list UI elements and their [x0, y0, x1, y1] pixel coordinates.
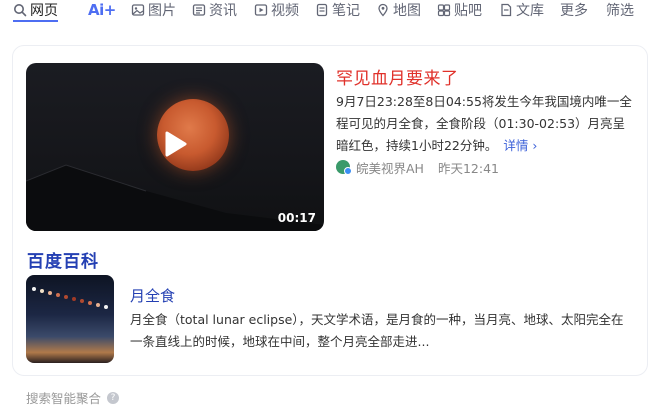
eclipse-phase-dot — [64, 295, 68, 299]
eclipse-phase-dot — [104, 305, 108, 309]
news-title[interactable]: 罕见血月要来了 — [336, 64, 459, 89]
aggregation-label: 搜索智能聚合 — [26, 391, 102, 406]
video-duration: 00:17 — [277, 211, 316, 225]
image-icon — [131, 4, 145, 16]
baike-term[interactable]: 月全食 — [130, 285, 175, 306]
video-thumbnail[interactable]: 00:17 — [26, 63, 324, 231]
tab-label: 筛选 — [606, 3, 634, 19]
tab-filter[interactable]: 筛选 — [606, 0, 634, 20]
tab-label: 更多 — [560, 3, 588, 19]
tab-tieba[interactable]: 贴吧 — [437, 0, 482, 20]
details-link[interactable]: 详情 › — [503, 138, 537, 153]
tieba-icon — [437, 4, 451, 17]
baike-thumbnail[interactable] — [26, 275, 114, 363]
help-icon[interactable]: ? — [107, 391, 120, 404]
tab-webpage[interactable]: 网页 — [13, 0, 58, 22]
baike-heading[interactable]: 百度百科 — [27, 247, 99, 272]
news-description: 9月7日23:28至8日04:55将发生今年我国境内唯一全程可见的月全食，全食阶… — [336, 91, 636, 157]
play-icon[interactable] — [159, 129, 189, 159]
tab-label: 笔记 — [332, 3, 360, 19]
eclipse-phase-dot — [88, 301, 92, 305]
eclipse-phase-dot — [56, 293, 60, 297]
tab-label: 地图 — [393, 3, 421, 19]
tab-wenku[interactable]: 文库 — [499, 0, 544, 20]
source-name[interactable]: 皖美视界AH — [356, 158, 424, 177]
search-tab-bar: 网页 Ai+ 图片 资讯 视频 笔记 地图 贴吧 文库 更多 筛选 — [0, 0, 651, 22]
tab-label: 视频 — [271, 3, 299, 19]
tab-label: 文库 — [516, 3, 544, 19]
news-description-text: 9月7日23:28至8日04:55将发生今年我国境内唯一全程可见的月全食，全食阶… — [336, 94, 632, 153]
eclipse-phase-dot — [32, 287, 36, 291]
search-icon — [14, 4, 27, 17]
eclipse-phase-dot — [80, 299, 84, 303]
news-icon — [192, 4, 206, 16]
tab-more[interactable]: 更多 — [560, 0, 588, 20]
tab-notes[interactable]: 笔记 — [315, 0, 360, 20]
tab-label: 资讯 — [209, 3, 237, 19]
note-icon — [316, 3, 328, 17]
tab-ai[interactable]: Ai+ — [88, 0, 116, 20]
tab-label: 图片 — [148, 3, 176, 19]
tab-label: 网页 — [30, 3, 58, 19]
tab-images[interactable]: 图片 — [131, 0, 176, 20]
eclipse-phase-dot — [72, 297, 76, 301]
map-icon — [378, 3, 388, 17]
tab-news[interactable]: 资讯 — [192, 0, 237, 20]
baike-description: 月全食（total lunar eclipse），天文学术语，是月食的一种，当月… — [130, 312, 624, 349]
news-source: 皖美视界AH 昨天12:41 — [336, 158, 499, 176]
tab-map[interactable]: 地图 — [376, 0, 421, 20]
eclipse-phase-dot — [40, 289, 44, 293]
ai-icon: Ai+ — [88, 1, 116, 19]
publish-time: 昨天12:41 — [437, 160, 499, 176]
tab-label: 贴吧 — [454, 3, 482, 19]
eclipse-phase-dot — [96, 303, 100, 307]
source-avatar-icon — [336, 160, 352, 175]
tab-video[interactable]: 视频 — [254, 0, 299, 20]
wenku-icon — [501, 3, 512, 17]
eclipse-phase-dot — [48, 291, 52, 295]
video-icon — [254, 4, 268, 16]
ai-aggregation-note: 搜索智能聚合 ? — [26, 388, 120, 407]
